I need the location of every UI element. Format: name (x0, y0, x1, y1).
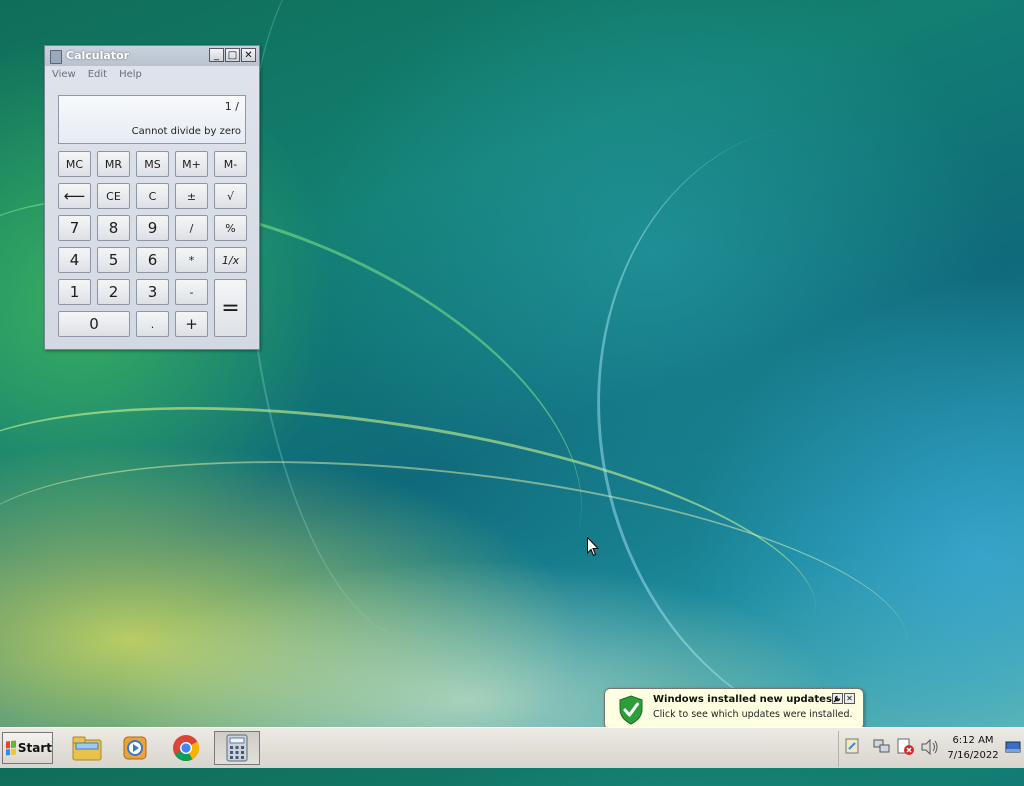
divide-button[interactable]: / (175, 215, 208, 241)
notification-title: Windows installed new updates (653, 694, 832, 705)
plus-minus-button[interactable]: ± (175, 183, 208, 209)
start-button[interactable]: Start (2, 732, 53, 764)
digit-3-button[interactable]: 3 (136, 279, 169, 305)
calculator-app-icon (50, 50, 62, 64)
display-value: Cannot divide by zero (131, 126, 241, 137)
multiply-button[interactable]: * (175, 247, 208, 273)
windows-update-tray-icon[interactable] (845, 737, 859, 755)
minimize-button[interactable]: _ (209, 48, 224, 62)
digit-1-button[interactable]: 1 (58, 279, 91, 305)
digit-9-button[interactable]: 9 (136, 215, 169, 241)
shield-check-icon (619, 695, 643, 725)
volume-icon[interactable] (921, 739, 939, 755)
clock[interactable]: 6:12 AM 7/16/2022 (942, 733, 1004, 763)
menu-view[interactable]: View (52, 69, 76, 80)
digit-7-button[interactable]: 7 (58, 215, 91, 241)
display-expression: 1 / (224, 100, 239, 113)
backspace-button[interactable]: ⟵ (58, 183, 91, 209)
wallpaper-streak (541, 74, 1024, 786)
chrome-icon[interactable] (166, 731, 206, 765)
decimal-button[interactable]: . (136, 311, 169, 337)
security-alert-icon[interactable] (897, 738, 915, 756)
start-label: Start (17, 741, 52, 755)
calculator-icon[interactable] (214, 731, 260, 765)
file-explorer-icon[interactable] (67, 731, 107, 765)
mouse-cursor-icon (587, 537, 599, 557)
subtract-button[interactable]: - (175, 279, 208, 305)
calculator-display: 1 / Cannot divide by zero (58, 95, 246, 144)
m-plus-button[interactable]: M+ (175, 151, 208, 177)
media-player-icon[interactable] (115, 731, 155, 765)
digit-4-button[interactable]: 4 (58, 247, 91, 273)
window-title: Calculator (66, 49, 130, 62)
ms-button[interactable]: MS (136, 151, 169, 177)
clear-button[interactable]: C (136, 183, 169, 209)
digit-2-button[interactable]: 2 (97, 279, 130, 305)
ce-button[interactable]: CE (97, 183, 130, 209)
notification-close-button[interactable]: ✕ (844, 693, 855, 704)
taskbar: Start (0, 727, 1024, 768)
show-desktop-icon[interactable] (1005, 741, 1021, 753)
digit-8-button[interactable]: 8 (97, 215, 130, 241)
clock-time: 6:12 AM (952, 735, 994, 746)
windows-logo-icon (6, 740, 16, 756)
sqrt-button[interactable]: √ (214, 183, 247, 209)
equals-button[interactable]: = (214, 279, 247, 337)
clock-date: 7/16/2022 (947, 750, 999, 761)
menu-edit[interactable]: Edit (88, 69, 107, 80)
wallpaper-streak (214, 0, 548, 652)
percent-button[interactable]: % (214, 215, 247, 241)
mr-button[interactable]: MR (97, 151, 130, 177)
add-button[interactable]: + (175, 311, 208, 337)
network-icon[interactable] (873, 739, 891, 755)
m-minus-button[interactable]: M- (214, 151, 247, 177)
maximize-button[interactable]: □ (225, 48, 240, 62)
calculator-titlebar[interactable]: Calculator _ □ ✕ (45, 46, 259, 66)
notification-text: Click to see which updates were installe… (653, 709, 853, 720)
digit-0-button[interactable]: 0 (58, 311, 130, 337)
mc-button[interactable]: MC (58, 151, 91, 177)
menu-bar: View Edit Help (45, 66, 259, 83)
calculator-window: Calculator _ □ ✕ View Edit Help 1 / Cann… (44, 45, 260, 350)
update-notification-balloon[interactable]: Windows installed new updates Click to s… (604, 688, 864, 737)
reciprocal-button[interactable]: 1/x (214, 247, 247, 273)
wrench-icon[interactable] (832, 693, 843, 704)
menu-help[interactable]: Help (119, 69, 142, 80)
digit-5-button[interactable]: 5 (97, 247, 130, 273)
close-button[interactable]: ✕ (241, 48, 256, 62)
digit-6-button[interactable]: 6 (136, 247, 169, 273)
wallpaper-streak (0, 358, 834, 745)
